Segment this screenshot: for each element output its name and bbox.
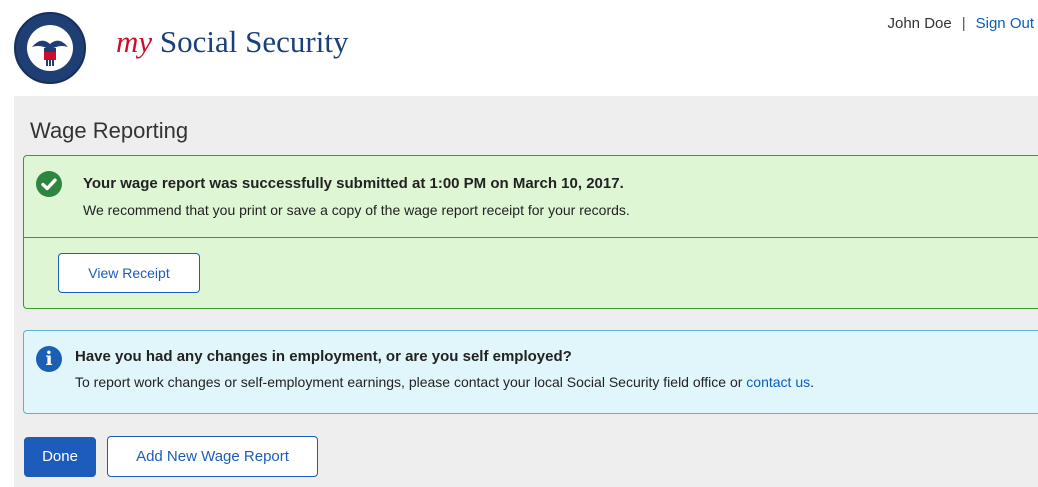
page-title: Wage Reporting bbox=[30, 118, 189, 143]
info-icon: i bbox=[36, 346, 62, 372]
main-panel: Wage Reporting Your wage report was succ… bbox=[14, 96, 1038, 487]
nav-separator: | bbox=[961, 15, 966, 32]
check-circle-icon bbox=[36, 171, 62, 197]
contact-us-link[interactable]: contact us bbox=[746, 374, 810, 390]
success-alert: Your wage report was successfully submit… bbox=[23, 155, 1038, 309]
success-title: Your wage report was successfully submit… bbox=[83, 175, 624, 192]
done-button[interactable]: Done bbox=[24, 437, 96, 477]
site-header: my Social Security John Doe | Sign Out bbox=[0, 0, 1038, 96]
sign-out-link[interactable]: Sign Out bbox=[976, 15, 1034, 32]
add-new-wage-report-button[interactable]: Add New Wage Report bbox=[107, 436, 318, 477]
info-message-text: To report work changes or self-employmen… bbox=[75, 374, 747, 390]
user-name: John Doe bbox=[887, 15, 952, 32]
view-receipt-button[interactable]: View Receipt bbox=[58, 253, 200, 293]
success-message: We recommend that you print or save a co… bbox=[83, 202, 630, 218]
info-title: Have you had any changes in employment, … bbox=[75, 348, 572, 365]
user-nav: John Doe | Sign Out bbox=[888, 15, 1035, 32]
brand-name: Social Security bbox=[159, 24, 349, 59]
info-alert: i Have you had any changes in employment… bbox=[23, 330, 1038, 414]
brand-title[interactable]: my Social Security bbox=[116, 24, 348, 60]
info-message: To report work changes or self-employmen… bbox=[75, 374, 814, 390]
brand-my: my bbox=[116, 24, 153, 59]
ssa-seal-logo bbox=[14, 12, 86, 84]
alert-divider bbox=[24, 237, 1038, 238]
info-message-period: . bbox=[810, 374, 815, 390]
